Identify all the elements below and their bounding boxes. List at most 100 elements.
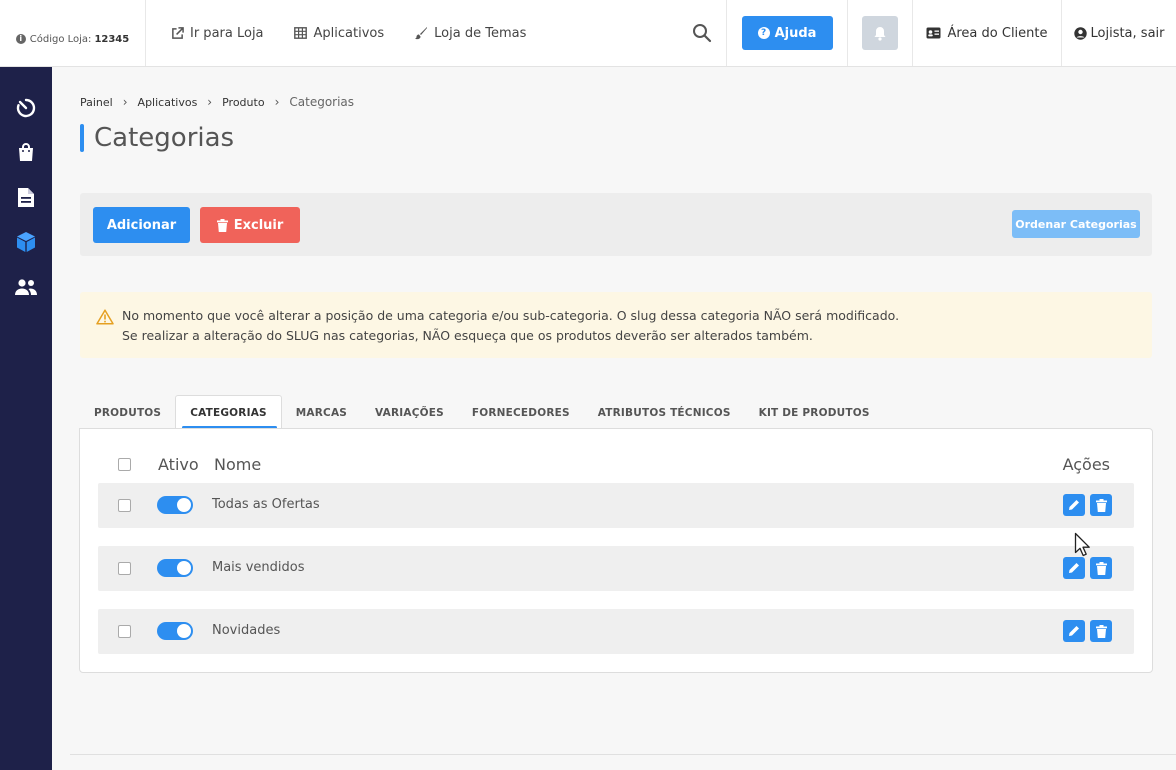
bell-icon: [874, 26, 886, 41]
tab-categorias[interactable]: CATEGORIAS: [175, 395, 282, 429]
id-card-icon: [926, 27, 941, 39]
tab-atributos-tecnicos[interactable]: ATRIBUTOS TÉCNICOS: [584, 396, 745, 429]
table-header: Ativo Nome Ações: [98, 449, 1134, 481]
trash-icon: [1095, 624, 1107, 638]
store-code-value: 12345: [94, 33, 130, 45]
help-area: ? Ajuda: [727, 0, 848, 66]
tab-marcas[interactable]: MARCAS: [282, 396, 361, 429]
categories-panel: Ativo Nome Ações Todas as Ofertas Mais v…: [79, 428, 1153, 673]
warning-icon: [96, 309, 114, 325]
title-accent-bar: [80, 124, 84, 152]
notifications-area: [848, 0, 913, 66]
user-label: Lojista, sair: [1090, 25, 1165, 41]
page-title-text: Categorias: [94, 123, 235, 153]
breadcrumb-painel[interactable]: Painel: [80, 96, 113, 109]
nav-label: Ir para Loja: [190, 25, 264, 41]
table-row: Mais vendidos: [98, 546, 1134, 591]
sidebar-item-customers[interactable]: [14, 275, 38, 299]
nav-label: Aplicativos: [313, 25, 385, 41]
select-all-checkbox[interactable]: [118, 458, 131, 471]
chevron-right-icon: ›: [274, 95, 280, 109]
category-name: Todas as Ofertas: [212, 497, 320, 512]
page-title: Categorias: [80, 123, 234, 153]
category-name: Novidades: [212, 623, 281, 638]
notifications-button[interactable]: [862, 16, 898, 50]
client-area-label: Área do Cliente: [947, 25, 1048, 41]
info-icon: i: [15, 34, 26, 44]
top-nav: Ir para Loja Aplicativos Loja de Temas: [146, 0, 677, 66]
sidebar-item-dashboard[interactable]: [14, 96, 38, 120]
warning-alert: No momento que você alterar a posição de…: [80, 292, 1152, 358]
active-toggle[interactable]: [157, 496, 193, 514]
breadcrumb-current: Categorias: [289, 95, 355, 109]
trash-icon: [1095, 561, 1107, 575]
tab-kit-de-produtos[interactable]: KIT DE PRODUTOS: [745, 396, 884, 429]
alert-line-1: No momento que você alterar a posição de…: [122, 308, 900, 323]
trash-icon: [216, 218, 228, 232]
document-icon: [18, 187, 34, 207]
alert-line-2: Se realizar a alteração do SLUG nas cate…: [122, 328, 813, 343]
row-checkbox[interactable]: [118, 625, 131, 638]
chevron-right-icon: ›: [207, 95, 213, 109]
tab-variacoes[interactable]: VARIAÇÕES: [361, 396, 458, 429]
header-name: Nome: [214, 455, 262, 474]
edit-button[interactable]: [1063, 557, 1085, 579]
nav-aplicativos[interactable]: Aplicativos: [294, 25, 385, 41]
tab-produtos[interactable]: PRODUTOS: [80, 396, 175, 429]
header-actions: Ações: [1062, 455, 1110, 474]
edit-button[interactable]: [1063, 494, 1085, 516]
breadcrumb: Painel › Aplicativos › Produto › Categor…: [80, 95, 354, 109]
mouse-cursor-icon: [1074, 532, 1090, 557]
sidebar-item-orders[interactable]: [14, 140, 38, 164]
delete-button[interactable]: Excluir: [200, 207, 300, 243]
action-toolbar: Adicionar Excluir Ordenar Categorias: [80, 193, 1152, 256]
delete-row-button[interactable]: [1090, 494, 1112, 516]
shopping-bag-icon: [19, 143, 33, 161]
pencil-icon: [1069, 626, 1079, 636]
question-icon: ?: [757, 27, 770, 39]
row-checkbox[interactable]: [118, 562, 131, 575]
sidebar-item-products[interactable]: [14, 230, 38, 254]
trash-icon: [1095, 498, 1107, 512]
pencil-icon: [1069, 500, 1079, 510]
nav-ir-para-loja[interactable]: Ir para Loja: [170, 26, 264, 41]
sidebar: [0, 67, 52, 770]
edit-button[interactable]: [1063, 620, 1085, 642]
tab-fornecedores[interactable]: FORNECEDORES: [458, 396, 584, 429]
delete-row-button[interactable]: [1090, 620, 1112, 642]
external-link-icon: [170, 26, 184, 40]
order-categories-button[interactable]: Ordenar Categorias: [1012, 210, 1140, 238]
box-icon: [17, 232, 35, 252]
alert-text: No momento que você alterar a posição de…: [122, 306, 899, 346]
grid-icon: [294, 26, 308, 40]
chevron-right-icon: ›: [122, 95, 128, 109]
breadcrumb-produto[interactable]: Produto: [222, 96, 264, 109]
sidebar-item-documents[interactable]: [14, 185, 38, 209]
help-label: Ajuda: [774, 25, 817, 41]
dashboard-timer-icon: [16, 98, 36, 118]
help-button[interactable]: ? Ajuda: [741, 16, 833, 50]
footer-divider: [70, 754, 1176, 755]
table-row: Novidades: [98, 609, 1134, 654]
row-checkbox[interactable]: [118, 499, 131, 512]
category-name: Mais vendidos: [212, 560, 305, 575]
search-icon: [692, 24, 711, 43]
delete-row-button[interactable]: [1090, 557, 1112, 579]
nav-label: Loja de Temas: [434, 25, 527, 41]
users-icon: [15, 279, 37, 295]
delete-label: Excluir: [233, 217, 284, 233]
client-area-link[interactable]: Área do Cliente: [913, 0, 1062, 66]
store-code-label: Código Loja:: [29, 33, 92, 45]
pencil-icon: [1069, 563, 1079, 573]
breadcrumb-aplicativos[interactable]: Aplicativos: [138, 96, 198, 109]
top-bar: i Código Loja: 12345 Ir para Loja Aplica…: [0, 0, 1176, 67]
product-tabs: PRODUTOS CATEGORIAS MARCAS VARIAÇÕES FOR…: [80, 395, 884, 429]
add-button[interactable]: Adicionar: [93, 207, 190, 243]
user-logout-link[interactable]: Lojista, sair: [1062, 0, 1176, 66]
active-toggle[interactable]: [157, 559, 193, 577]
header-active: Ativo: [158, 455, 199, 474]
active-toggle[interactable]: [157, 622, 193, 640]
table-row: Todas as Ofertas: [98, 483, 1134, 528]
search-button[interactable]: [677, 0, 727, 66]
nav-loja-de-temas[interactable]: Loja de Temas: [414, 26, 526, 41]
